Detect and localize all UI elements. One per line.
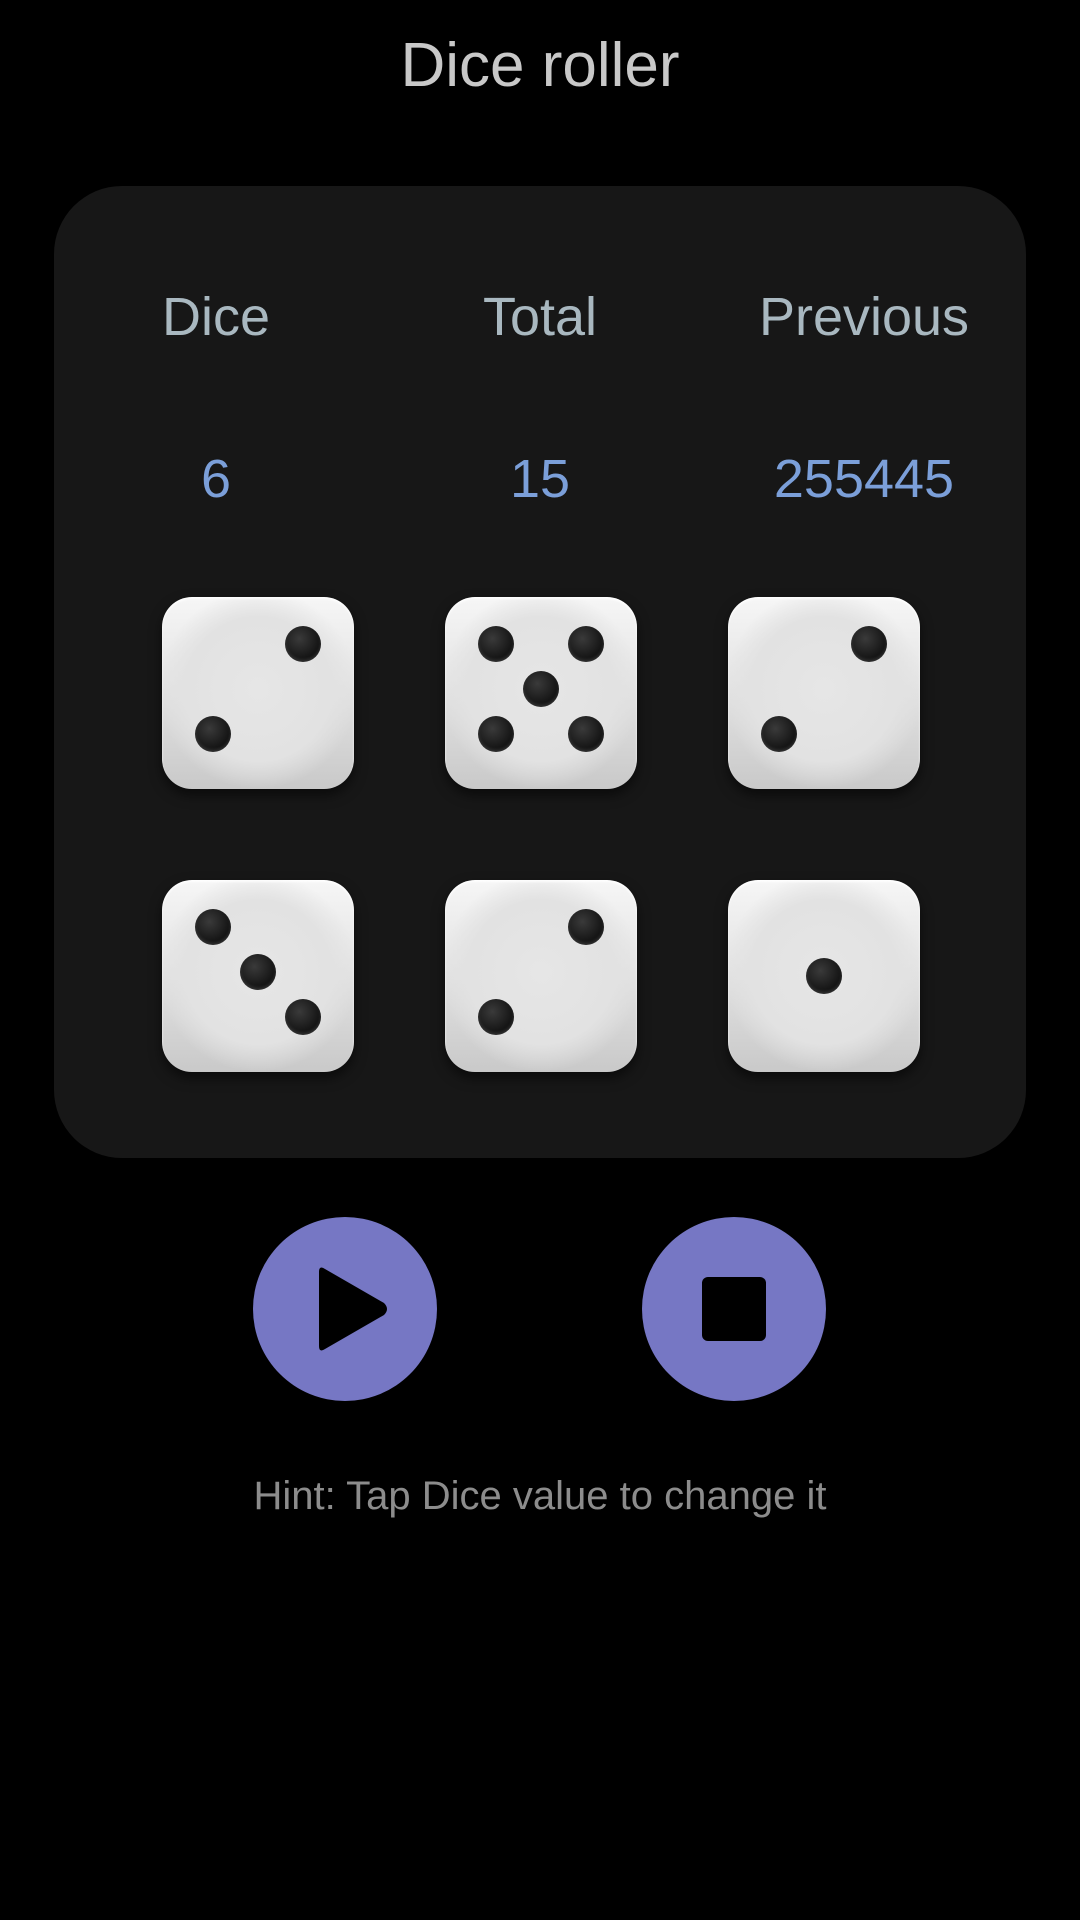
die-pip <box>240 954 276 990</box>
die-pip <box>285 626 321 662</box>
die-pip <box>568 716 604 752</box>
stop-button[interactable] <box>642 1217 826 1401</box>
die-6[interactable] <box>728 880 920 1072</box>
play-icon <box>319 1267 387 1351</box>
die-pip <box>568 909 604 945</box>
die-1[interactable] <box>162 597 354 789</box>
die-pip <box>478 626 514 662</box>
die-pip <box>568 626 604 662</box>
die-pip <box>761 716 797 752</box>
hint-text: Hint: Tap Dice value to change it <box>253 1474 827 1518</box>
die-pip <box>285 999 321 1035</box>
die-pip <box>478 999 514 1035</box>
dice-grid <box>54 186 1026 1158</box>
die-5[interactable] <box>445 880 637 1072</box>
stop-icon <box>702 1277 766 1341</box>
die-pip <box>806 958 842 994</box>
die-3[interactable] <box>728 597 920 789</box>
app-title: Dice roller <box>400 31 680 100</box>
die-4[interactable] <box>162 880 354 1072</box>
die-pip <box>851 626 887 662</box>
die-pip <box>523 671 559 707</box>
die-pip <box>478 716 514 752</box>
roll-button[interactable] <box>253 1217 437 1401</box>
die-pip <box>195 909 231 945</box>
die-pip <box>195 716 231 752</box>
dice-panel: Dice Total Previous 6 15 255445 <box>54 186 1026 1158</box>
die-2[interactable] <box>445 597 637 789</box>
